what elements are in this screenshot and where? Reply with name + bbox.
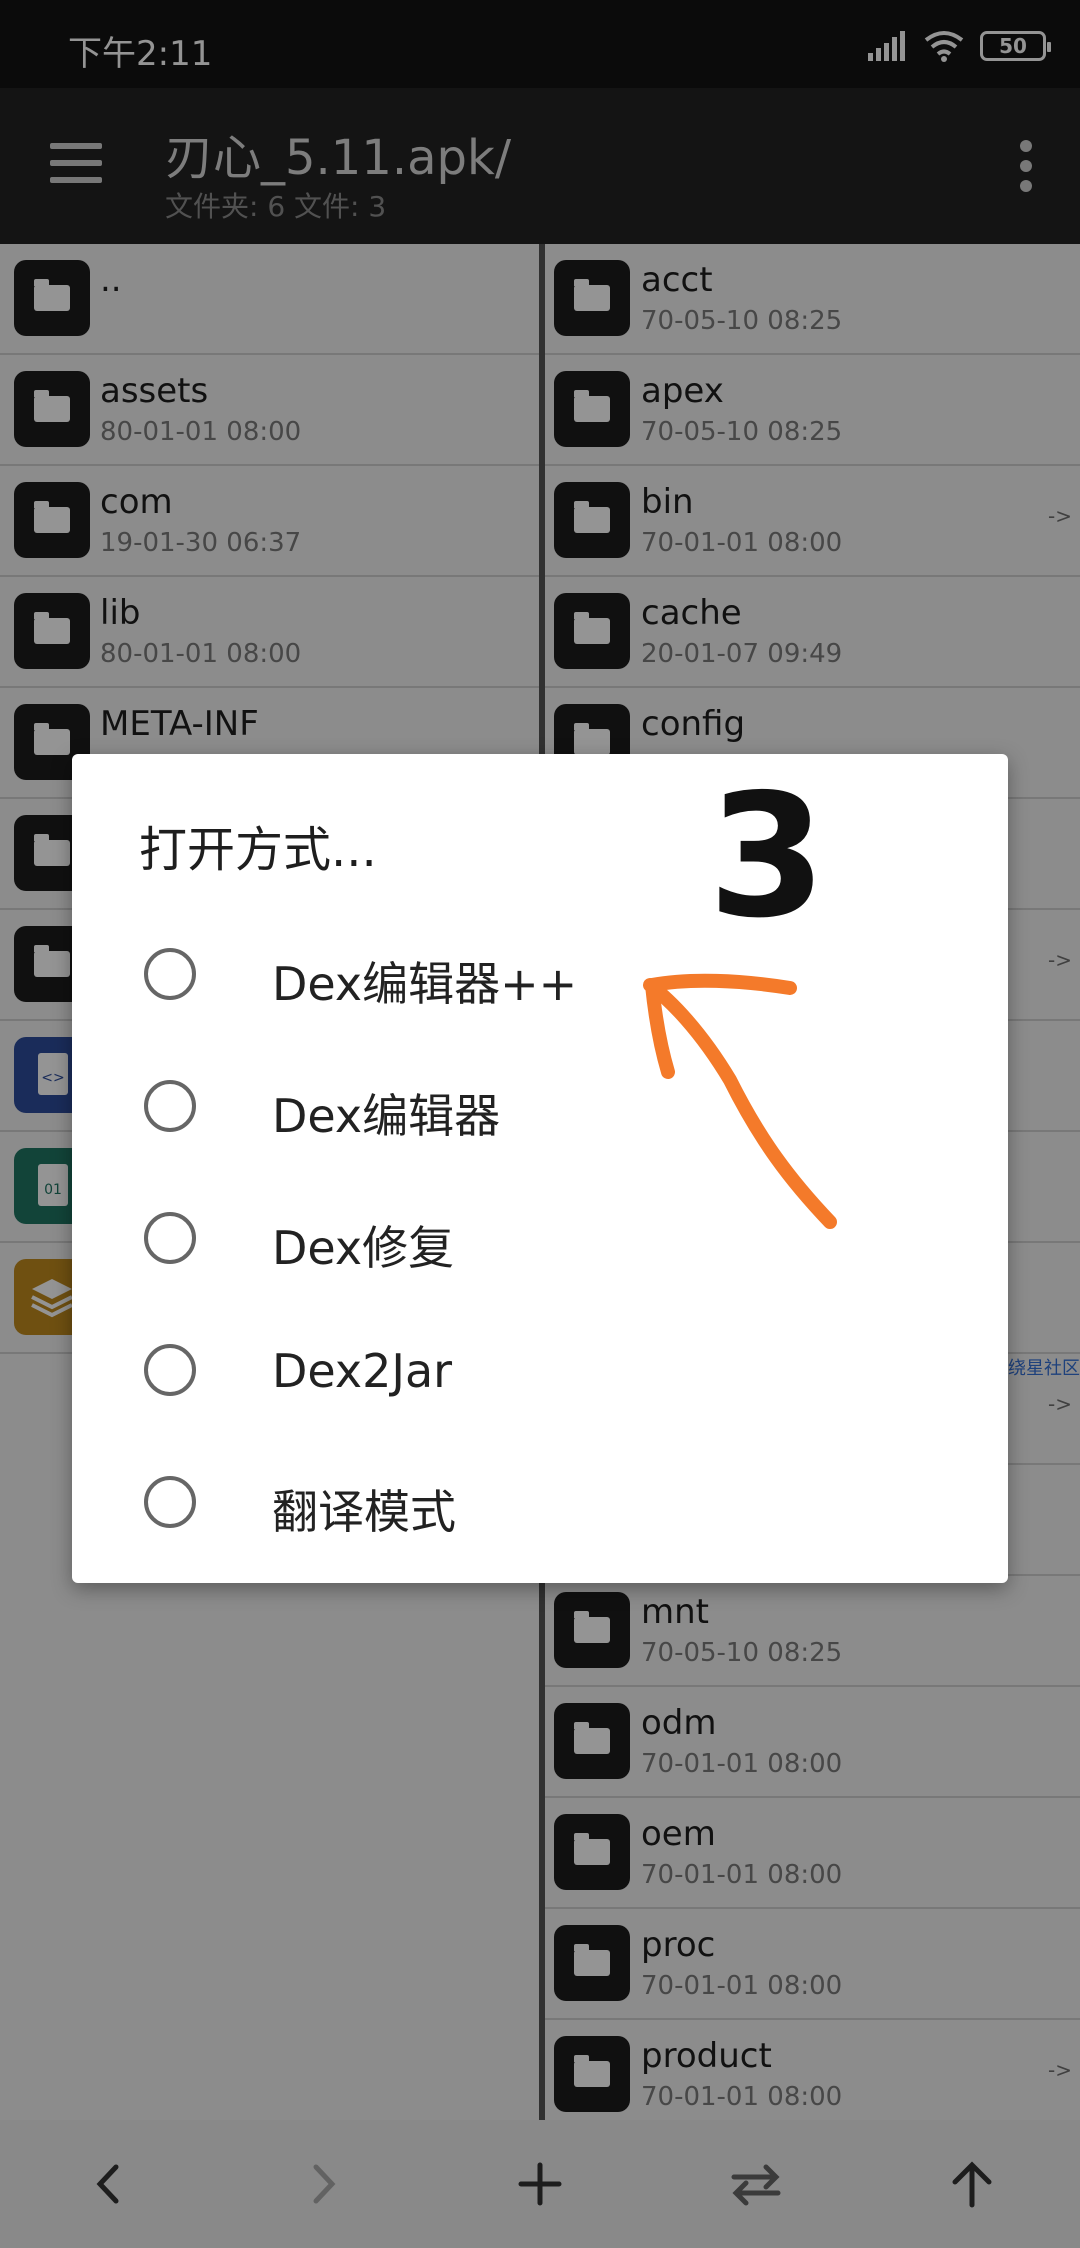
radio-button[interactable] [144, 1080, 196, 1132]
option-dex2jar[interactable]: Dex2Jar [72, 1304, 1008, 1436]
option-dex-repair[interactable]: Dex修复 [72, 1172, 1008, 1304]
option-label: Dex编辑器++ [272, 957, 578, 1011]
open-with-dialog: 打开方式... Dex编辑器++ Dex编辑器 Dex修复 Dex2Jar 翻译… [72, 754, 1008, 1583]
radio-button[interactable] [144, 1212, 196, 1264]
option-label: Dex2Jar [272, 1344, 453, 1398]
option-label: Dex编辑器 [272, 1089, 501, 1143]
radio-button[interactable] [144, 1476, 196, 1528]
radio-button[interactable] [144, 948, 196, 1000]
option-translate-mode[interactable]: 翻译模式 [72, 1436, 1008, 1568]
option-label: 翻译模式 [272, 1485, 456, 1539]
option-label: Dex修复 [272, 1221, 455, 1275]
dialog-title: 打开方式... [139, 822, 377, 878]
option-dex-editor[interactable]: Dex编辑器 [72, 1040, 1008, 1172]
option-dex-editor-plus[interactable]: Dex编辑器++ [72, 908, 1008, 1040]
radio-button[interactable] [144, 1344, 196, 1396]
